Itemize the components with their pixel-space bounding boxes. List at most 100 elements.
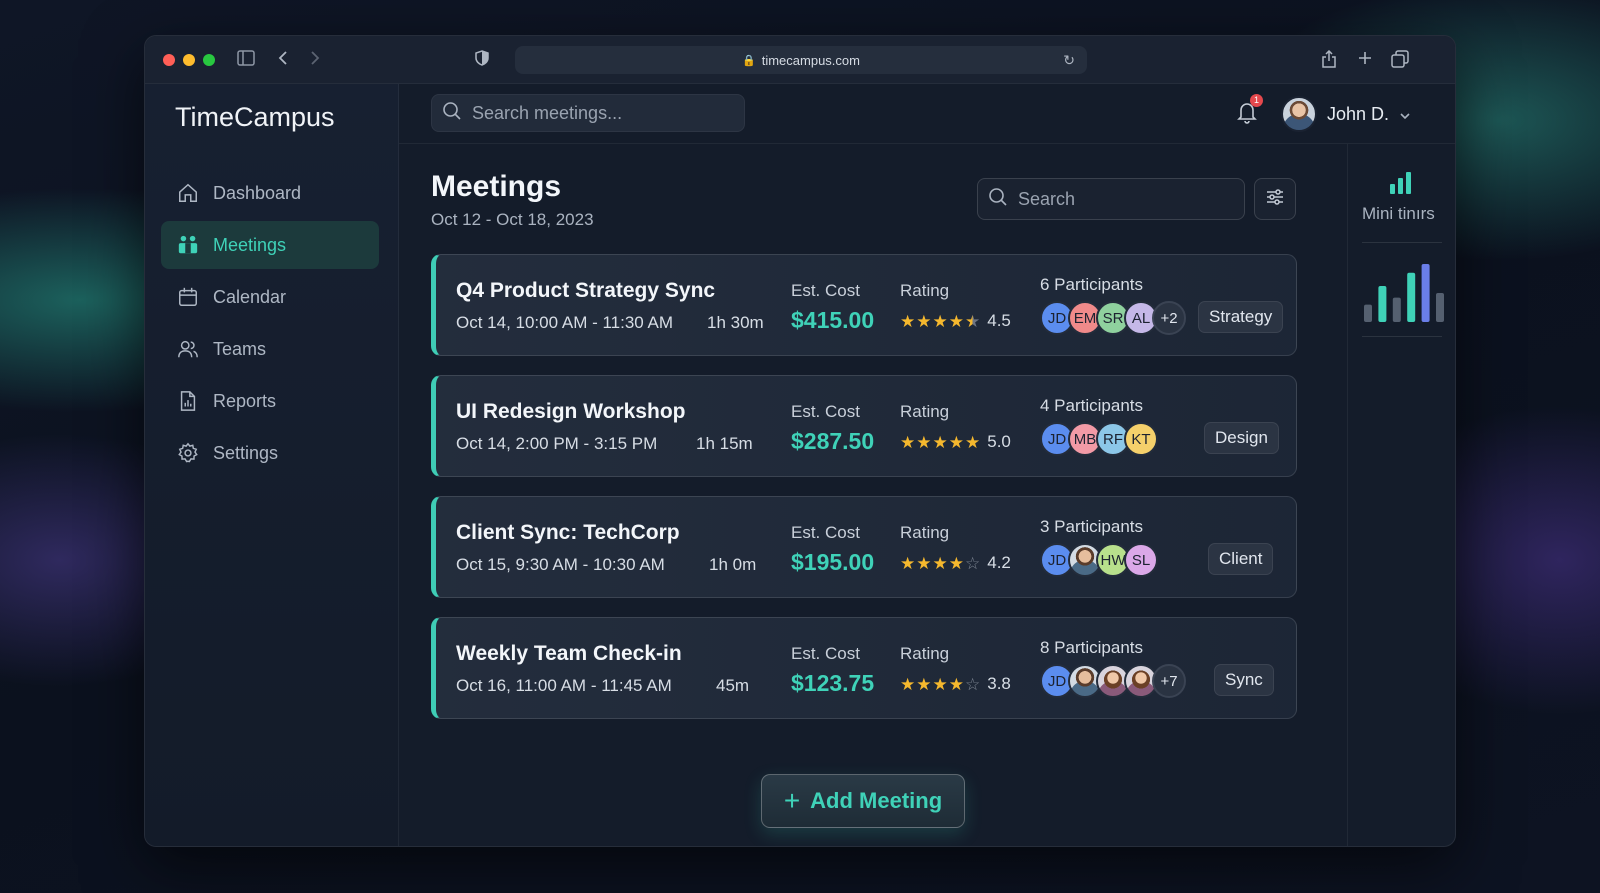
star-filled-icon: ★ (900, 311, 916, 331)
meeting-title: Weekly Team Check-in (456, 642, 682, 665)
meeting-card[interactable]: Q4 Product Strategy Sync Oct 14, 10:00 A… (431, 254, 1297, 356)
sidebar-item-label: Meetings (213, 234, 287, 255)
meetings-search[interactable] (977, 178, 1245, 220)
window-controls (163, 53, 215, 66)
participant-avatars: JD MB RF KT (1040, 422, 1158, 456)
new-tab-icon[interactable] (1357, 50, 1373, 71)
sidebar-item-calendar[interactable]: Calendar (161, 273, 379, 321)
meeting-card[interactable]: Client Sync: TechCorp Oct 15, 9:30 AM - … (431, 496, 1297, 598)
star-filled-icon: ★ (900, 553, 916, 573)
meeting-duration: 1h 30m (707, 313, 764, 332)
rating-label: Rating (900, 281, 950, 300)
chevron-down-icon (1399, 104, 1411, 125)
bar-chart-icon[interactable] (1388, 170, 1414, 201)
plus-icon: + (783, 785, 801, 816)
mini-bar-chart (1364, 264, 1444, 322)
sidebar-toggle-icon[interactable] (237, 50, 255, 71)
share-icon[interactable] (1321, 49, 1337, 73)
star-filled-icon: ★ (900, 432, 916, 452)
star-filled-icon: ★ (900, 674, 916, 694)
more-participants-badge[interactable]: +7 (1152, 664, 1186, 698)
main-content: Meetings Oct 12 - Oct 18, 2023 Q4 Produc… (399, 144, 1327, 846)
global-search[interactable] (431, 94, 745, 132)
avatar[interactable]: KT (1124, 422, 1158, 456)
add-meeting-label: Add Meeting (810, 788, 943, 813)
rating-stars: ★ ★ ★ ★ ★ 5.0 (900, 432, 1011, 452)
star-empty-icon: ☆ (965, 553, 981, 573)
rating-value: 4.5 (987, 311, 1011, 330)
notifications-button[interactable]: 1 (1235, 94, 1263, 126)
participant-avatars: JD +7 (1040, 664, 1186, 698)
sidebar: TimeCampus Dashboard Meetings Calendar T… (145, 84, 399, 846)
sidebar-item-label: Teams (213, 338, 267, 359)
meetings-icon (175, 232, 201, 258)
participant-avatars: JD EM SR AL +2 (1040, 301, 1186, 335)
rating-stars: ★ ★ ★ ★ ☆ 4.2 (900, 553, 1011, 573)
mini-bar (1421, 264, 1430, 322)
rating-value: 5.0 (987, 432, 1011, 451)
rating-label: Rating (900, 644, 950, 663)
home-icon (175, 180, 201, 206)
avatar[interactable]: SL (1124, 543, 1158, 577)
filter-button[interactable] (1254, 178, 1296, 220)
shield-icon[interactable] (475, 50, 489, 71)
meeting-time: Oct 14, 2:00 PM - 3:15 PM (456, 434, 658, 453)
meeting-title: Q4 Product Strategy Sync (456, 279, 716, 302)
users-icon (175, 336, 201, 362)
brand-logo[interactable]: TimeCampus (175, 102, 335, 133)
sidebar-item-teams[interactable]: Teams (161, 325, 379, 373)
forward-arrow-icon[interactable] (309, 50, 321, 71)
sidebar-item-label: Reports (213, 390, 277, 411)
search-input[interactable] (472, 102, 744, 124)
rating-label: Rating (900, 402, 950, 421)
lock-icon: 🔒 (742, 54, 756, 67)
sidebar-item-meetings[interactable]: Meetings (161, 221, 379, 269)
calendar-icon (175, 284, 201, 310)
sidebar-item-dashboard[interactable]: Dashboard (161, 169, 379, 217)
meetings-search-input[interactable] (1018, 188, 1244, 210)
participants-label: 8 Participants (1040, 638, 1143, 657)
meeting-tag[interactable]: Strategy (1198, 301, 1284, 333)
meeting-card[interactable]: UI Redesign Workshop Oct 14, 2:00 PM - 3… (431, 375, 1297, 477)
star-filled-icon: ★ (948, 674, 964, 694)
star-filled-icon: ★ (948, 432, 964, 452)
mini-bar (1364, 304, 1372, 322)
user-menu[interactable]: John D. (1281, 96, 1411, 132)
close-window-button[interactable] (163, 53, 175, 66)
add-meeting-button[interactable]: + Add Meeting (761, 774, 965, 828)
participants-label: 3 Participants (1040, 517, 1143, 536)
meeting-tag[interactable]: Client (1208, 543, 1274, 575)
notification-badge: 1 (1250, 94, 1263, 107)
browser-titlebar: 🔒 timecampus.com ↻ (145, 36, 1455, 84)
star-filled-icon: ★ (932, 432, 948, 452)
meeting-time: Oct 14, 10:00 AM - 11:30 AM (456, 313, 674, 332)
rating-value: 3.8 (987, 674, 1011, 693)
star-filled-icon: ★ (932, 674, 948, 694)
cost-label: Est. Cost (791, 523, 860, 542)
meeting-list: Q4 Product Strategy Sync Oct 14, 10:00 A… (431, 254, 1297, 738)
star-filled-icon: ★ (948, 311, 964, 331)
sidebar-nav: Dashboard Meetings Calendar Teams Report… (161, 169, 379, 481)
mini-bar (1378, 286, 1387, 322)
back-arrow-icon[interactable] (277, 50, 289, 71)
meeting-tag[interactable]: Sync (1214, 664, 1274, 696)
address-bar[interactable]: 🔒 timecampus.com ↻ (515, 46, 1087, 74)
reload-icon[interactable]: ↻ (1063, 52, 1075, 69)
more-participants-badge[interactable]: +2 (1152, 301, 1186, 335)
divider (1362, 336, 1442, 337)
sidebar-item-reports[interactable]: Reports (161, 377, 379, 425)
meeting-card[interactable]: Weekly Team Check-in Oct 16, 11:00 AM - … (431, 617, 1297, 719)
maximize-window-button[interactable] (203, 53, 215, 66)
divider (1362, 242, 1442, 243)
participants-label: 4 Participants (1040, 396, 1143, 415)
tabs-overview-icon[interactable] (1391, 50, 1409, 73)
gear-icon (175, 440, 201, 466)
minimize-window-button[interactable] (183, 53, 195, 66)
avatar (1281, 96, 1317, 132)
mini-timers-label: Mini tinırs (1362, 204, 1435, 223)
sidebar-item-settings[interactable]: Settings (161, 429, 379, 477)
user-name: John D. (1327, 103, 1390, 124)
meeting-time: Oct 16, 11:00 AM - 11:45 AM (456, 676, 672, 695)
meeting-duration: 1h 15m (696, 434, 753, 453)
meeting-tag[interactable]: Design (1204, 422, 1279, 454)
